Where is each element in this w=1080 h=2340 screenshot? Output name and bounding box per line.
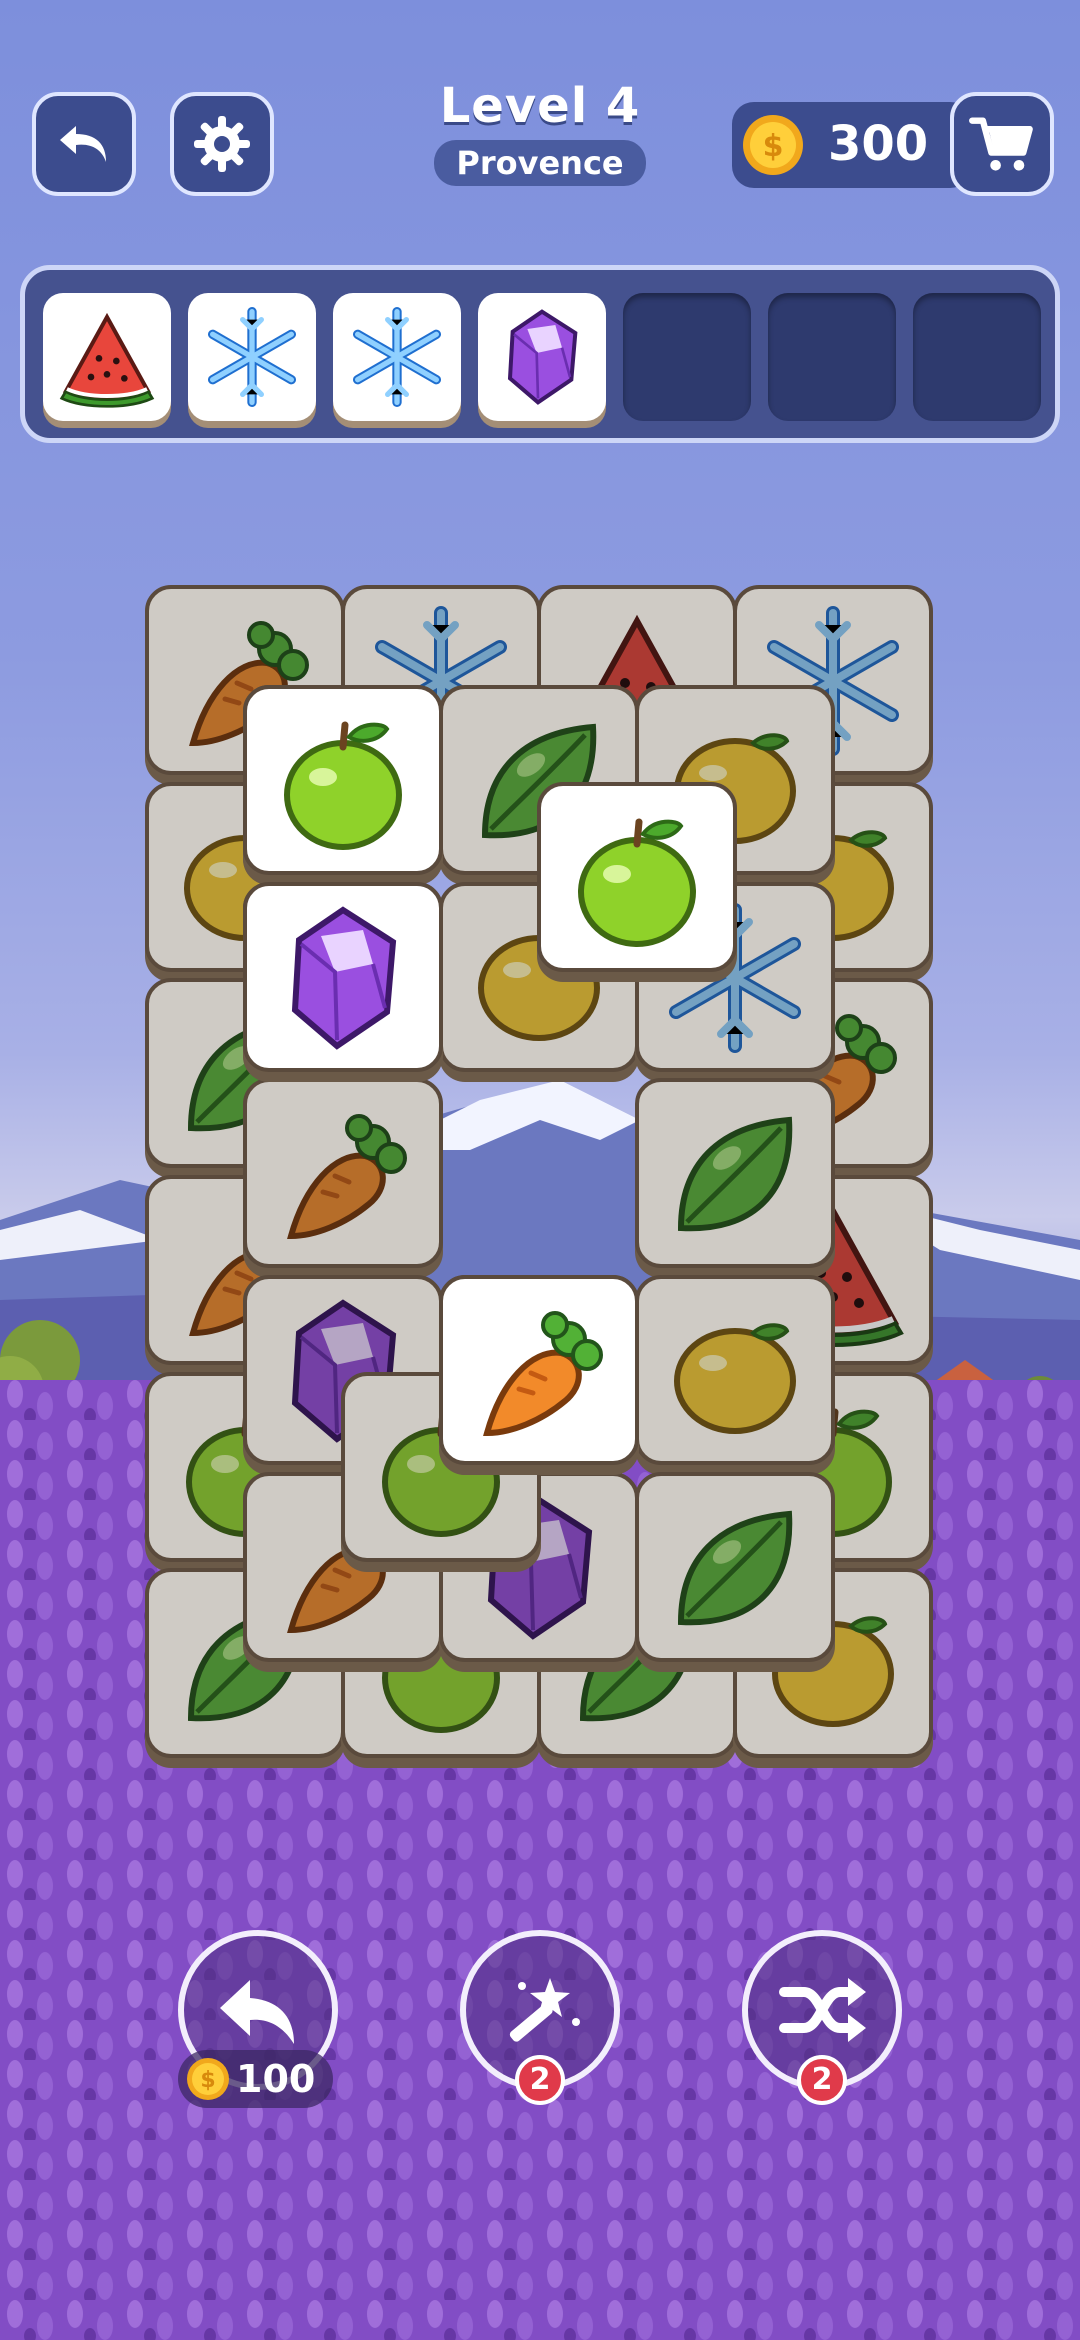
tray-slot-gem	[478, 293, 606, 421]
undo-arrow-icon	[220, 1980, 294, 2044]
collection-tray	[20, 265, 1060, 443]
shuffle-icon	[779, 1978, 866, 2042]
tile-apple[interactable]	[243, 685, 443, 885]
tray-slot-empty	[913, 293, 1041, 421]
snowflake-icon	[208, 307, 296, 407]
shop-button[interactable]	[950, 92, 1054, 196]
back-button[interactable]	[32, 92, 136, 196]
back-arrow-icon	[60, 126, 106, 162]
apple-icon	[284, 721, 402, 850]
settings-button[interactable]	[170, 92, 274, 196]
lemon-icon	[674, 1323, 796, 1434]
level-header: Level 4 Provence	[430, 78, 650, 186]
level-subtitle: Provence	[434, 140, 646, 186]
tile-carrot[interactable]	[439, 1275, 639, 1475]
carrot-icon	[287, 1114, 407, 1240]
tray-slot-empty	[623, 293, 751, 421]
coin-count: 300	[828, 116, 929, 172]
gem-icon	[291, 906, 397, 1050]
tray-slot-watermelon	[43, 293, 171, 421]
tile-lemon	[635, 1275, 835, 1475]
apple-icon	[578, 818, 696, 947]
level-title: Level 4	[439, 78, 641, 134]
tile-apple[interactable]	[537, 782, 737, 982]
tile-gem[interactable]	[243, 882, 443, 1082]
svg-text:$: $	[200, 2068, 215, 2093]
gem-icon	[507, 309, 578, 405]
coin-balance: $ 300	[732, 102, 972, 188]
svg-text:$: $	[763, 129, 784, 164]
snowflake-icon	[353, 307, 441, 407]
coin-icon: $	[187, 2058, 229, 2100]
shuffle-count-badge: 2	[797, 2055, 847, 2105]
leaf-icon	[677, 1116, 793, 1232]
tray-slot-snowflake	[333, 293, 461, 421]
shopping-cart-icon	[969, 117, 1033, 171]
tile-leaf	[635, 1078, 835, 1278]
tray-slot-empty	[768, 293, 896, 421]
undo-cost-value: 100	[236, 2057, 316, 2101]
magic-wand-icon	[509, 1978, 580, 2042]
gear-icon	[194, 116, 250, 172]
carrot-icon	[483, 1311, 603, 1437]
tile-carrot	[243, 1078, 443, 1278]
watermelon-icon	[59, 312, 155, 408]
leaf-icon	[677, 1510, 793, 1626]
magic-count-badge: 2	[515, 2055, 565, 2105]
coin-icon: $	[743, 115, 803, 175]
tile-leaf	[635, 1472, 835, 1672]
undo-cost: $ 100	[178, 2050, 334, 2108]
tray-slot-snowflake	[188, 293, 316, 421]
